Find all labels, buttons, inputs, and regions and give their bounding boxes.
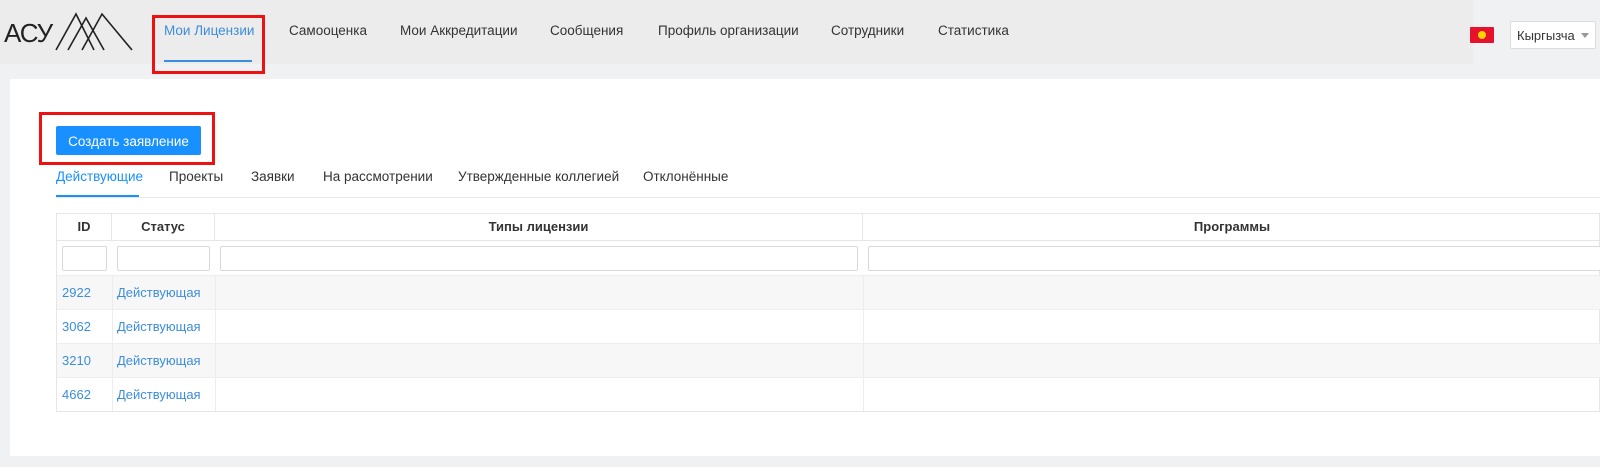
nav-my-accreditations[interactable]: Мои Аккредитации (400, 23, 518, 43)
tabs-divider (56, 197, 1600, 198)
column-header-programs[interactable]: Программы (863, 214, 1600, 240)
column-header-license-types[interactable]: Типы лицензии (215, 214, 863, 240)
nav-self-assessment[interactable]: Самооценка (289, 23, 367, 43)
filter-programs-input[interactable] (868, 246, 1600, 271)
row-status-link[interactable]: Действующая (117, 344, 201, 378)
table-row[interactable]: 3210 Действующая (57, 343, 1600, 377)
asu-la-logo[interactable]: АСУ (4, 10, 136, 54)
chevron-down-icon (1581, 33, 1589, 38)
column-header-status[interactable]: Статус (112, 214, 215, 240)
kyrgyzstan-flag-icon[interactable] (1470, 27, 1494, 43)
language-select[interactable]: Кыргызча (1510, 21, 1596, 49)
create-application-button[interactable]: Создать заявление (56, 126, 201, 155)
column-header-id[interactable]: ID (57, 214, 112, 240)
row-status-link[interactable]: Действующая (117, 276, 201, 310)
tab-active[interactable]: Действующие (56, 169, 143, 189)
filter-status-input[interactable] (117, 246, 210, 271)
nav-messages[interactable]: Сообщения (550, 23, 623, 43)
row-id-link[interactable]: 2922 (62, 276, 91, 310)
row-id-link[interactable]: 4662 (62, 378, 91, 412)
filter-id-input[interactable] (62, 246, 107, 271)
tab-projects[interactable]: Проекты (169, 169, 223, 189)
row-id-link[interactable]: 3062 (62, 310, 91, 344)
table-row[interactable]: 2922 Действующая (57, 275, 1600, 309)
flag-sun-icon (1478, 31, 1486, 39)
table-row[interactable]: 3062 Действующая (57, 309, 1600, 343)
nav-employees[interactable]: Сотрудники (831, 23, 904, 43)
tab-rejected[interactable]: Отклонённые (643, 169, 728, 189)
row-status-link[interactable]: Действующая (117, 310, 201, 344)
highlight-box-nav (152, 15, 265, 74)
tab-approved-by-board[interactable]: Утвержденные коллегией (458, 169, 619, 189)
nav-statistics[interactable]: Статистика (938, 23, 1009, 43)
table-row[interactable]: 4662 Действующая (57, 377, 1600, 411)
svg-text:АСУ: АСУ (4, 18, 54, 48)
row-id-link[interactable]: 3210 (62, 344, 91, 378)
language-select-value: Кыргызча (1517, 28, 1575, 43)
filter-license-types-input[interactable] (220, 246, 858, 271)
tab-applications[interactable]: Заявки (251, 169, 295, 189)
licenses-table: ID Статус Типы лицензии Программы 2922 Д… (56, 213, 1600, 412)
column-divider (863, 275, 864, 411)
column-divider (112, 275, 113, 411)
tab-active-underline (56, 195, 139, 197)
column-divider (215, 275, 216, 411)
row-status-link[interactable]: Действующая (117, 378, 201, 412)
tab-under-review[interactable]: На рассмотрении (323, 169, 433, 189)
filter-row (57, 241, 1600, 275)
nav-organization-profile[interactable]: Профиль организации (658, 23, 799, 43)
